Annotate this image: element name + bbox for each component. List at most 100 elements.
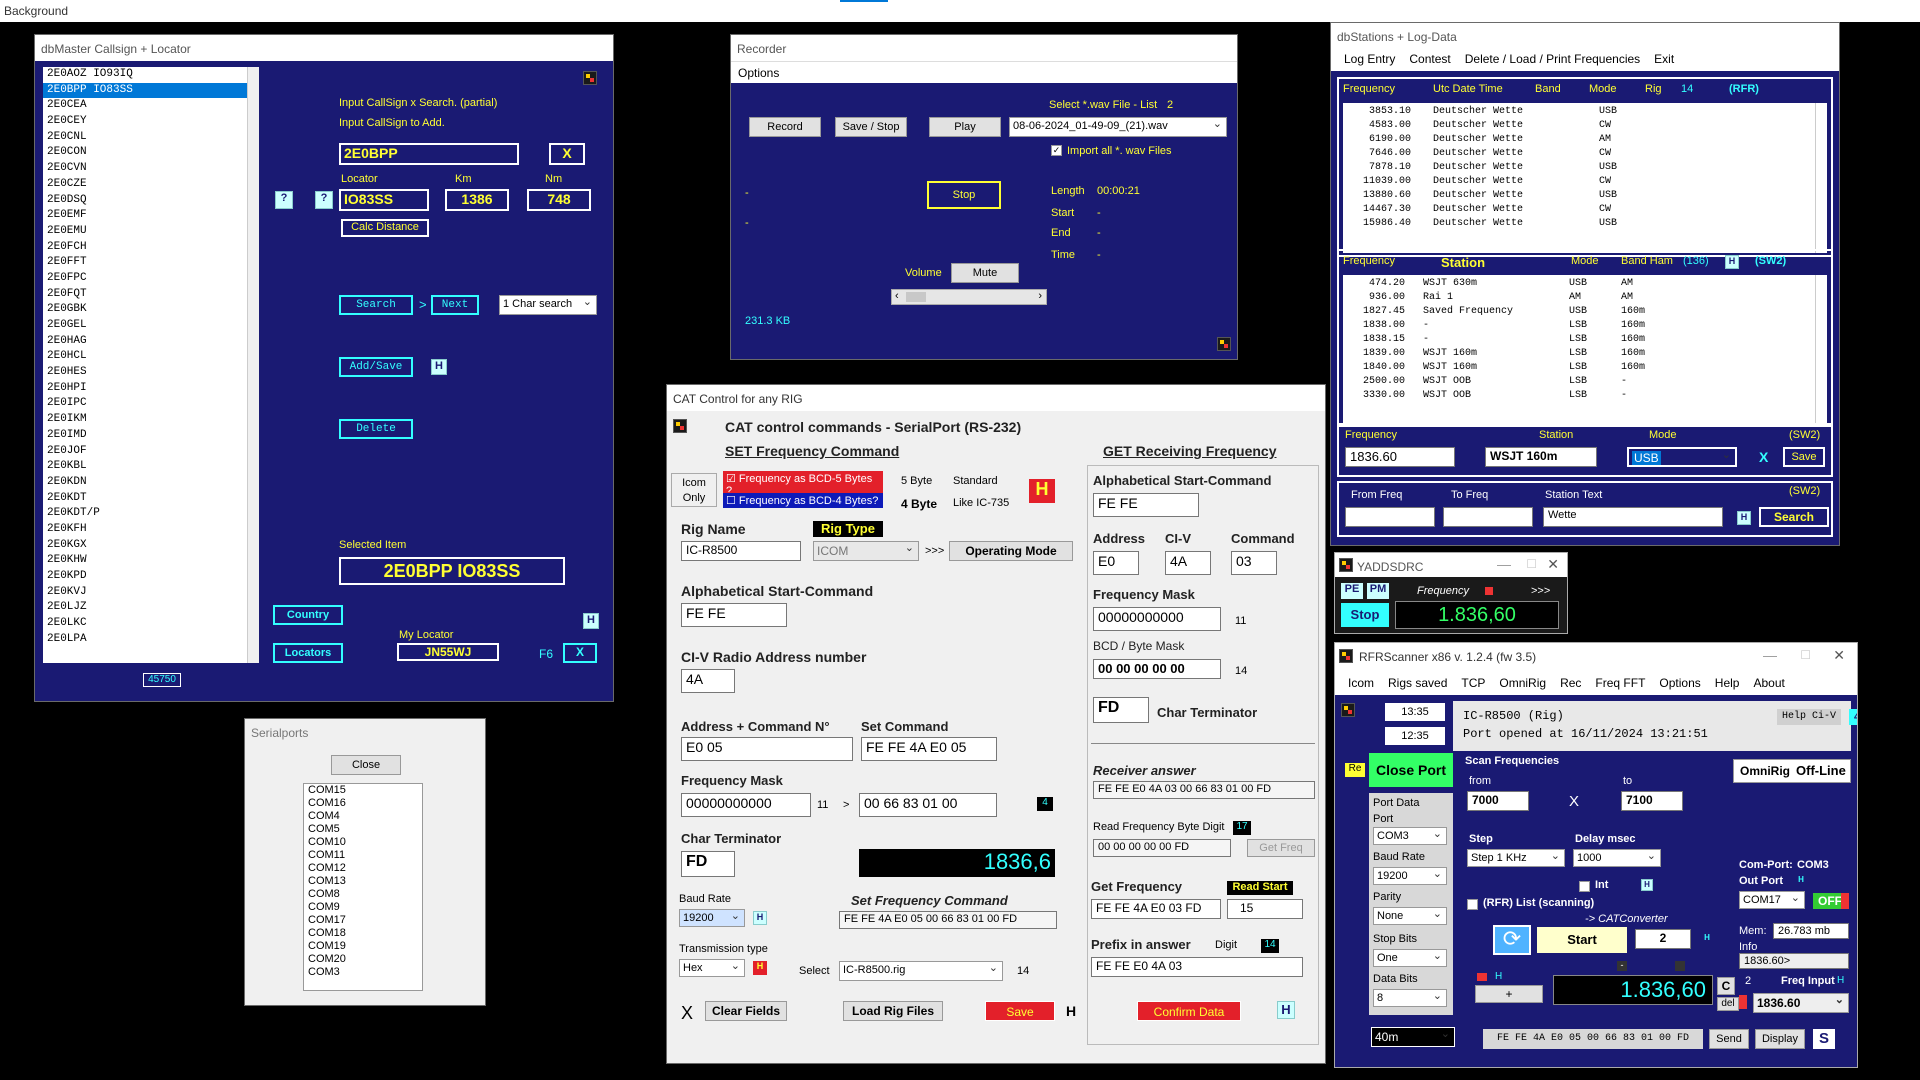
stop-button[interactable]: Stop [927,181,1001,209]
table-row[interactable]: 4583.00 Deutscher Wette CW [1343,119,1815,133]
list-item[interactable]: 2E0KDT [43,491,247,507]
list-item[interactable]: COM9 [304,901,422,914]
serialport-list[interactable]: COM15 COM16 COM4 COM5 COM10 COM11 COM12 COM13 CO… [303,783,423,991]
edit-frequency-input[interactable]: 1836.60 [1345,447,1455,467]
country-help-icon[interactable]: H [583,613,599,629]
clear-freq-button[interactable]: C [1717,977,1735,995]
list-item[interactable]: 2E0EMF [43,208,247,224]
help-icon[interactable]: ? [275,191,293,209]
display-button[interactable]: Display [1755,1029,1805,1049]
bcd4-checkbox[interactable]: ☐ Frequency as BCD-4 Bytes? [723,493,883,508]
list-item[interactable]: COM16 [304,797,422,810]
clear-callsign-button[interactable]: X [549,143,585,165]
list-item[interactable]: 2E0CVN [43,161,247,177]
rfr-menu-item-4[interactable]: Rec [1553,671,1588,695]
edit-save-button[interactable]: Save [1783,447,1825,467]
callsign-list-scrollbar[interactable] [247,67,259,663]
edit-station-input[interactable]: WSJT 160m [1485,447,1597,467]
close-icon[interactable]: X [681,1003,693,1024]
scan-count-input[interactable]: 2 [1635,929,1691,949]
list-item[interactable]: 2E0JOF [43,444,247,460]
list-item[interactable]: 2E0HPI [43,381,247,397]
maximize-icon[interactable]: ☐ [1526,557,1537,571]
list-item[interactable]: 2E0AOZ IO93IQ [43,67,247,83]
list-item[interactable]: 2E0FQT [43,287,247,303]
re-button[interactable]: Re [1345,763,1365,777]
list-item[interactable]: 2E0IKM [43,412,247,428]
list-item[interactable]: COM4 [304,810,422,823]
table-row[interactable]: 3853.10 Deutscher Wette USB [1343,105,1815,119]
list-item[interactable]: 2E0HCL [43,349,247,365]
table-row[interactable]: 1838.00 - LSB 160m [1343,319,1815,333]
rig-file-select[interactable]: IC-R8500.rig [839,961,1003,981]
receive-alpha-start-input[interactable]: FE FE [1093,493,1199,517]
list-item[interactable]: COM19 [304,940,422,953]
record-button[interactable]: Record [749,117,821,137]
baud-rate-select[interactable]: 19200 [679,909,745,927]
wav-file-select[interactable]: 08-06-2024_01-49-09_(21).wav [1009,117,1227,137]
table-row[interactable]: 7646.00 Deutscher Wette CW [1343,147,1815,161]
yadd-chevrons[interactable]: >>> [1531,585,1550,597]
minimize-icon[interactable]: — [1497,556,1511,572]
table-row[interactable]: 3330.00 WSJT OOB LSB - [1343,389,1815,403]
list-item[interactable]: COM15 [304,784,422,797]
list-item[interactable]: COM11 [304,849,422,862]
menu-item-3[interactable]: Exit [1647,47,1681,71]
s-button[interactable]: S [1811,1027,1837,1051]
transmission-type-select[interactable]: Hex [679,959,745,977]
next-button[interactable]: Next [431,295,479,315]
edit-mode-select[interactable]: USB [1627,447,1737,467]
table-row[interactable]: 474.20 WSJT 630m USB AM [1343,277,1815,291]
play-button[interactable]: Play [929,117,1001,137]
save-stop-button[interactable]: Save / Stop [835,117,907,137]
data-bits-select[interactable]: 8 [1373,989,1447,1007]
delete-button[interactable]: Delete [339,419,413,439]
list-item[interactable]: 2E0LPA [43,632,247,648]
search-help-icon[interactable]: H [1737,511,1751,525]
table-row[interactable]: 15986.40 Deutscher Wette USB [1343,217,1815,231]
list-item[interactable]: COM3 [304,966,422,979]
list-item[interactable]: 2E0KBL [43,459,247,475]
list-item[interactable]: COM8 [304,888,422,901]
list-item[interactable]: 2E0KFH [43,522,247,538]
locators-button[interactable]: Locators [273,643,343,663]
list-item[interactable]: COM5 [304,823,422,836]
table-row[interactable]: 13880.60 Deutscher Wette USB [1343,189,1815,203]
char-search-select[interactable]: 1 Char search [499,295,597,315]
to-freq-input[interactable] [1443,507,1533,527]
locator-help-icon[interactable]: ? [315,191,333,209]
band-select[interactable]: 40m [1371,1027,1455,1047]
freq-input-help-icon[interactable]: H [1837,975,1844,986]
parity-select[interactable]: None [1373,907,1447,925]
list-item[interactable]: 2E0CZE [43,177,247,193]
table-row[interactable]: 6190.00 Deutscher Wette AM [1343,133,1815,147]
table-row[interactable]: 11039.00 Deutscher Wette CW [1343,175,1815,189]
menu-item-0[interactable]: Log Entry [1337,47,1402,71]
rfr-menu-item-6[interactable]: Options [1652,671,1707,695]
menu-item-1[interactable]: Contest [1402,47,1457,71]
list-item[interactable]: COM12 [304,862,422,875]
import-all-checkbox[interactable]: ✓ [1051,145,1062,156]
list-item[interactable]: 2E0FFT [43,255,247,271]
rfr-list-checkbox[interactable] [1467,899,1478,910]
omnirig-label[interactable]: OmniRig [1740,764,1790,778]
slider-right-icon[interactable]: › [1038,290,1042,302]
receive-command-input[interactable]: 03 [1231,551,1277,575]
scan-to-input[interactable]: 7100 [1621,791,1683,811]
list-item[interactable]: 2E0CEA [43,98,247,114]
rfr-maximize-icon[interactable]: ☐ [1800,648,1811,662]
alpha-start-input[interactable]: FE FE [681,603,787,627]
rig-name-input[interactable]: IC-R8500 [681,541,801,561]
bcd-help-icon[interactable]: H [1029,479,1055,503]
rfr-menu-item-0[interactable]: Icom [1341,671,1381,695]
pm-button[interactable]: PM [1367,583,1389,599]
list-item[interactable]: 2E0FCH [43,240,247,256]
stations-scrollbar[interactable] [1815,275,1827,425]
freq-input-select[interactable]: 1836.60 [1753,993,1849,1013]
freq-help-icon[interactable]: H [1495,971,1502,982]
list-item[interactable]: COM18 [304,927,422,940]
list-item[interactable]: 2E0LJZ [43,600,247,616]
list-item[interactable]: 2E0HES [43,365,247,381]
pe-button[interactable]: PE [1341,583,1363,599]
port-select[interactable]: COM3 [1373,827,1447,845]
